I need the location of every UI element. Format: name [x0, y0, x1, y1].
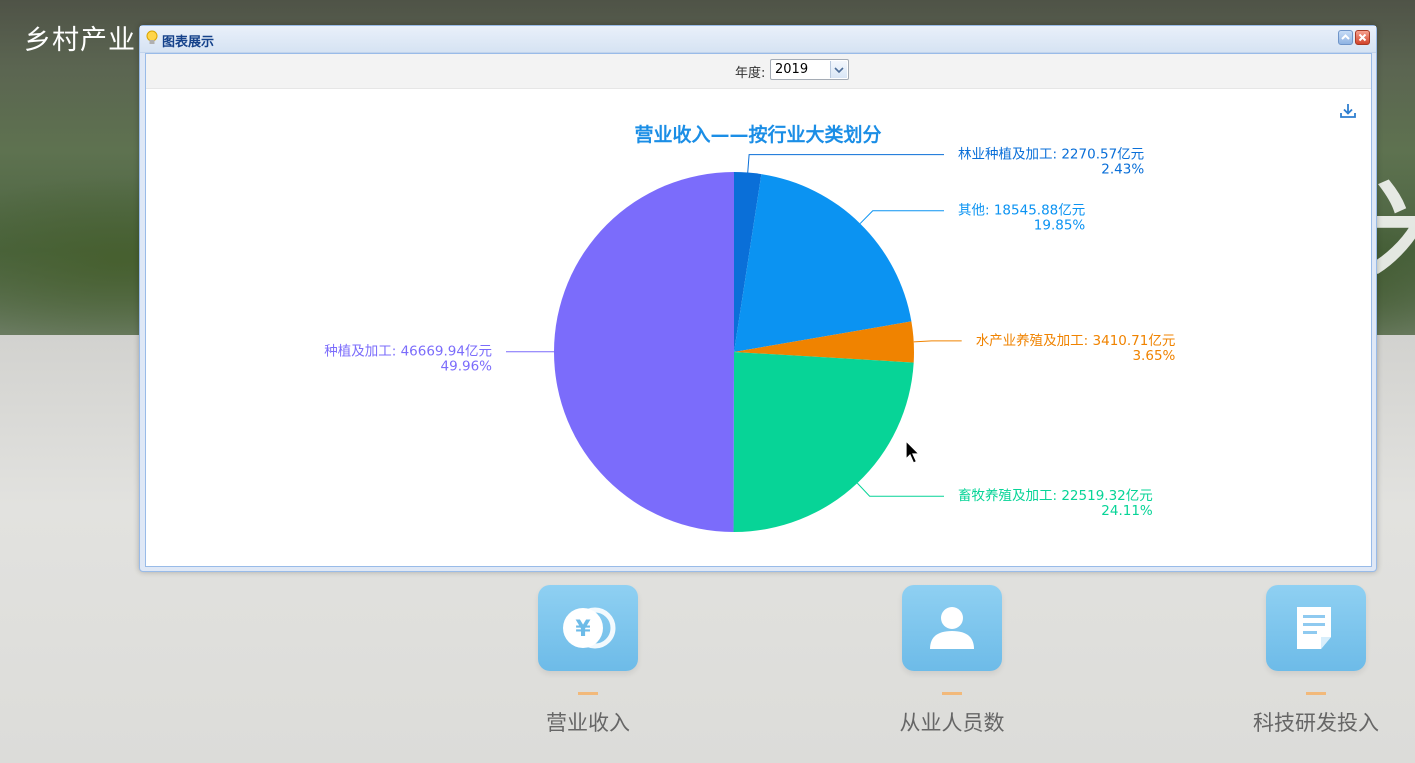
close-icon [1358, 33, 1367, 42]
leader-line [747, 154, 944, 173]
dialog-header[interactable]: 图表展示 [140, 26, 1376, 53]
site-title: 乡村产业 [24, 25, 136, 56]
mouse-cursor-icon [905, 440, 921, 464]
slice-name-value: 水产业养殖及加工: 3410.71亿元 [976, 332, 1176, 349]
rnd-tile-label: 科技研发投入 [1253, 711, 1379, 735]
chevron-down-icon[interactable] [830, 61, 847, 78]
leader-line [913, 340, 962, 343]
slice-name-value: 其他: 18545.88亿元 [958, 203, 1085, 219]
leader-line [856, 482, 944, 497]
chart-dialog: 图表展示 年度: 2019 营业收入——按行业大类划分 林业种植及加工: 227… [139, 25, 1377, 572]
svg-text:¥: ¥ [575, 617, 591, 642]
slice-label: 种植及加工: 46669.94亿元 [324, 344, 492, 360]
pie-slice[interactable] [734, 174, 912, 352]
slice-name-value: 林业种植及加工: 2270.57亿元 [958, 147, 1144, 163]
tile-underline [578, 692, 598, 695]
slice-label: 水产业养殖及加工: 3410.71亿元 [976, 332, 1176, 349]
slice-percent: 24.11% [1101, 503, 1153, 519]
document-icon [1297, 607, 1331, 649]
slice-percent: 2.43% [1101, 162, 1144, 178]
pie-slice[interactable] [733, 352, 914, 532]
chart-title: 营业收入——按行业大类划分 [634, 123, 881, 146]
slice-name-value: 种植及加工: 46669.94亿元 [324, 344, 492, 360]
filter-toolbar: 年度: 2019 [146, 54, 1371, 89]
slice-label: 林业种植及加工: 2270.57亿元 [958, 147, 1144, 163]
leader-line [859, 210, 944, 224]
rnd-tile[interactable] [1266, 585, 1366, 695]
minimize-icon [1341, 34, 1350, 40]
close-button[interactable] [1355, 30, 1370, 45]
slice-percent: 3.65% [1132, 348, 1175, 364]
revenue-tile[interactable]: ¥ [538, 585, 638, 695]
dialog-body: 年度: 2019 营业收入——按行业大类划分林业种植及加工: 2270.57亿元… [145, 53, 1372, 567]
yen-coins-icon: ¥ [563, 607, 616, 649]
pie-chart: 营业收入——按行业大类划分林业种植及加工: 2270.57亿元2.43% 其他: … [324, 123, 1176, 532]
pie-slice[interactable] [554, 172, 734, 532]
revenue-tile-label: 营业收入 [546, 711, 630, 735]
slice-percent: 19.85% [1034, 218, 1086, 234]
person-icon [930, 607, 974, 649]
year-select-value: 2019 [775, 62, 809, 77]
lightbulb-icon [146, 30, 158, 44]
tile-underline [1306, 692, 1326, 695]
tile-underline [942, 692, 962, 695]
slice-label: 畜牧养殖及加工: 22519.32亿元 [958, 487, 1153, 504]
slice-percent: 49.96% [441, 359, 493, 375]
employees-tile[interactable] [902, 585, 1002, 695]
year-label: 年度: [735, 66, 766, 81]
slice-name-value: 畜牧养殖及加工: 22519.32亿元 [958, 487, 1153, 504]
employees-tile-label: 从业人员数 [899, 711, 1005, 735]
year-select[interactable]: 2019 [770, 59, 849, 80]
dialog-title: 图表展示 [162, 35, 215, 50]
slice-label: 其他: 18545.88亿元 [958, 203, 1085, 219]
minimize-button[interactable] [1338, 30, 1353, 45]
